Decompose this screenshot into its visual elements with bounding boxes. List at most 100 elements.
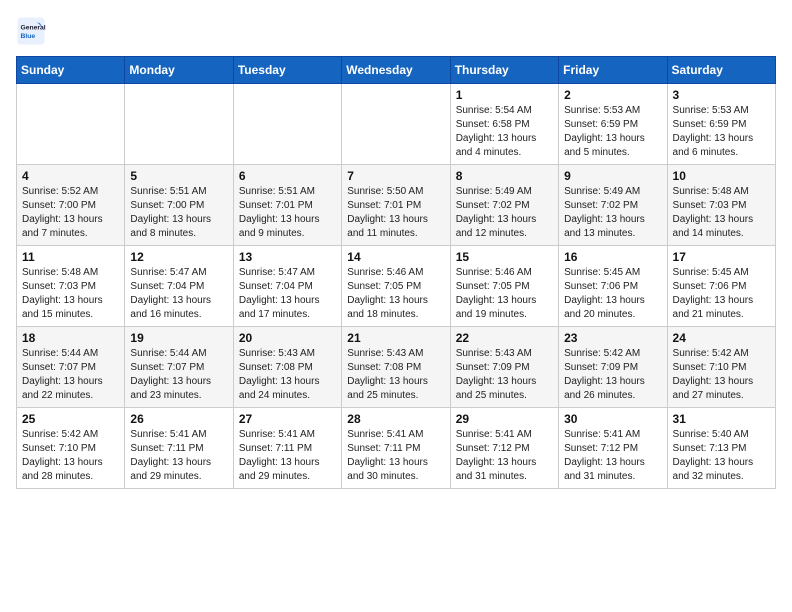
calendar-day-cell: 30 Sunrise: 5:41 AM Sunset: 7:12 PM Dayli…: [559, 408, 667, 489]
calendar-day-cell: 31Sunrise: 5:40 AM Sunset: 7:13 PM Dayli…: [667, 408, 775, 489]
calendar-week-row: 18 Sunrise: 5:44 AM Sunset: 7:07 PM Dayli…: [17, 327, 776, 408]
day-number: 11: [22, 250, 119, 264]
day-info: Sunrise: 5:43 AM Sunset: 7:08 PM Dayligh…: [239, 347, 336, 403]
svg-text:Blue: Blue: [21, 33, 36, 40]
calendar-day-cell: [125, 84, 233, 165]
calendar-day-header: Sunday: [17, 57, 125, 84]
day-number: 9: [564, 169, 661, 183]
day-number: 29: [456, 412, 553, 426]
day-number: 1: [456, 88, 553, 102]
day-info: Sunrise: 5:44 AM Sunset: 7:07 PM Dayligh…: [130, 347, 227, 403]
day-number: 26: [130, 412, 227, 426]
calendar-day-cell: 14 Sunrise: 5:46 AM Sunset: 7:05 PM Dayli…: [342, 246, 450, 327]
day-number: 2: [564, 88, 661, 102]
calendar-day-cell: 11Sunrise: 5:48 AM Sunset: 7:03 PM Dayli…: [17, 246, 125, 327]
day-number: 31: [673, 412, 770, 426]
day-number: 16: [564, 250, 661, 264]
day-number: 14: [347, 250, 444, 264]
calendar-week-row: 11Sunrise: 5:48 AM Sunset: 7:03 PM Dayli…: [17, 246, 776, 327]
day-number: 10: [673, 169, 770, 183]
day-number: 13: [239, 250, 336, 264]
calendar-day-cell: 8 Sunrise: 5:49 AM Sunset: 7:02 PM Daylig…: [450, 165, 558, 246]
calendar-day-cell: 24 Sunrise: 5:42 AM Sunset: 7:10 PM Dayli…: [667, 327, 775, 408]
calendar-day-cell: 28 Sunrise: 5:41 AM Sunset: 7:11 PM Dayli…: [342, 408, 450, 489]
calendar-day-cell: 2 Sunrise: 5:53 AM Sunset: 6:59 PM Daylig…: [559, 84, 667, 165]
day-number: 3: [673, 88, 770, 102]
day-info: Sunrise: 5:49 AM Sunset: 7:02 PM Dayligh…: [456, 185, 553, 241]
calendar-day-cell: 20 Sunrise: 5:43 AM Sunset: 7:08 PM Dayli…: [233, 327, 341, 408]
day-info: Sunrise: 5:45 AM Sunset: 7:06 PM Dayligh…: [673, 266, 770, 322]
day-number: 7: [347, 169, 444, 183]
calendar-day-cell: 23 Sunrise: 5:42 AM Sunset: 7:09 PM Dayli…: [559, 327, 667, 408]
day-info: Sunrise: 5:54 AM Sunset: 6:58 PM Dayligh…: [456, 104, 553, 160]
calendar-day-header: Tuesday: [233, 57, 341, 84]
day-number: 6: [239, 169, 336, 183]
calendar-day-cell: [342, 84, 450, 165]
day-info: Sunrise: 5:43 AM Sunset: 7:09 PM Dayligh…: [456, 347, 553, 403]
calendar-day-cell: 27 Sunrise: 5:41 AM Sunset: 7:11 PM Dayli…: [233, 408, 341, 489]
calendar-day-header: Friday: [559, 57, 667, 84]
day-number: 27: [239, 412, 336, 426]
day-info: Sunrise: 5:42 AM Sunset: 7:10 PM Dayligh…: [22, 428, 119, 484]
day-info: Sunrise: 5:47 AM Sunset: 7:04 PM Dayligh…: [130, 266, 227, 322]
day-info: Sunrise: 5:46 AM Sunset: 7:05 PM Dayligh…: [456, 266, 553, 322]
calendar-day-cell: 19Sunrise: 5:44 AM Sunset: 7:07 PM Dayli…: [125, 327, 233, 408]
calendar-header-row: SundayMondayTuesdayWednesdayThursdayFrid…: [17, 57, 776, 84]
calendar-day-cell: 13 Sunrise: 5:47 AM Sunset: 7:04 PM Dayli…: [233, 246, 341, 327]
day-info: Sunrise: 5:52 AM Sunset: 7:00 PM Dayligh…: [22, 185, 119, 241]
day-number: 15: [456, 250, 553, 264]
calendar-day-cell: [17, 84, 125, 165]
day-number: 21: [347, 331, 444, 345]
day-info: Sunrise: 5:46 AM Sunset: 7:05 PM Dayligh…: [347, 266, 444, 322]
calendar-day-cell: 5 Sunrise: 5:51 AM Sunset: 7:00 PM Daylig…: [125, 165, 233, 246]
calendar-day-header: Monday: [125, 57, 233, 84]
calendar-day-cell: 26 Sunrise: 5:41 AM Sunset: 7:11 PM Dayli…: [125, 408, 233, 489]
day-info: Sunrise: 5:41 AM Sunset: 7:11 PM Dayligh…: [130, 428, 227, 484]
logo: General Blue: [16, 16, 50, 46]
day-info: Sunrise: 5:42 AM Sunset: 7:10 PM Dayligh…: [673, 347, 770, 403]
day-number: 8: [456, 169, 553, 183]
day-info: Sunrise: 5:48 AM Sunset: 7:03 PM Dayligh…: [673, 185, 770, 241]
svg-text:General: General: [21, 25, 46, 32]
calendar-day-cell: 25Sunrise: 5:42 AM Sunset: 7:10 PM Dayli…: [17, 408, 125, 489]
day-number: 24: [673, 331, 770, 345]
day-number: 22: [456, 331, 553, 345]
calendar-day-cell: 10 Sunrise: 5:48 AM Sunset: 7:03 PM Dayli…: [667, 165, 775, 246]
calendar-week-row: 4 Sunrise: 5:52 AM Sunset: 7:00 PM Daylig…: [17, 165, 776, 246]
calendar-table: SundayMondayTuesdayWednesdayThursdayFrid…: [16, 56, 776, 489]
day-number: 17: [673, 250, 770, 264]
day-number: 28: [347, 412, 444, 426]
calendar-day-cell: 29Sunrise: 5:41 AM Sunset: 7:12 PM Dayli…: [450, 408, 558, 489]
day-info: Sunrise: 5:51 AM Sunset: 7:00 PM Dayligh…: [130, 185, 227, 241]
day-info: Sunrise: 5:51 AM Sunset: 7:01 PM Dayligh…: [239, 185, 336, 241]
calendar-day-header: Thursday: [450, 57, 558, 84]
calendar-day-cell: 9 Sunrise: 5:49 AM Sunset: 7:02 PM Daylig…: [559, 165, 667, 246]
calendar-week-row: 25Sunrise: 5:42 AM Sunset: 7:10 PM Dayli…: [17, 408, 776, 489]
calendar-day-cell: 16 Sunrise: 5:45 AM Sunset: 7:06 PM Dayli…: [559, 246, 667, 327]
day-number: 23: [564, 331, 661, 345]
calendar-day-cell: 15 Sunrise: 5:46 AM Sunset: 7:05 PM Dayli…: [450, 246, 558, 327]
calendar-day-cell: 12Sunrise: 5:47 AM Sunset: 7:04 PM Dayli…: [125, 246, 233, 327]
day-info: Sunrise: 5:47 AM Sunset: 7:04 PM Dayligh…: [239, 266, 336, 322]
day-info: Sunrise: 5:44 AM Sunset: 7:07 PM Dayligh…: [22, 347, 119, 403]
logo-icon: General Blue: [16, 16, 46, 46]
day-info: Sunrise: 5:41 AM Sunset: 7:12 PM Dayligh…: [564, 428, 661, 484]
day-info: Sunrise: 5:49 AM Sunset: 7:02 PM Dayligh…: [564, 185, 661, 241]
day-info: Sunrise: 5:45 AM Sunset: 7:06 PM Dayligh…: [564, 266, 661, 322]
calendar-day-cell: 22 Sunrise: 5:43 AM Sunset: 7:09 PM Dayli…: [450, 327, 558, 408]
calendar-day-cell: 1 Sunrise: 5:54 AM Sunset: 6:58 PM Daylig…: [450, 84, 558, 165]
day-info: Sunrise: 5:50 AM Sunset: 7:01 PM Dayligh…: [347, 185, 444, 241]
day-info: Sunrise: 5:53 AM Sunset: 6:59 PM Dayligh…: [564, 104, 661, 160]
calendar-day-cell: 17 Sunrise: 5:45 AM Sunset: 7:06 PM Dayli…: [667, 246, 775, 327]
calendar-day-cell: 18 Sunrise: 5:44 AM Sunset: 7:07 PM Dayli…: [17, 327, 125, 408]
day-info: Sunrise: 5:41 AM Sunset: 7:11 PM Dayligh…: [239, 428, 336, 484]
day-number: 20: [239, 331, 336, 345]
day-info: Sunrise: 5:43 AM Sunset: 7:08 PM Dayligh…: [347, 347, 444, 403]
day-number: 4: [22, 169, 119, 183]
day-info: Sunrise: 5:41 AM Sunset: 7:11 PM Dayligh…: [347, 428, 444, 484]
day-info: Sunrise: 5:42 AM Sunset: 7:09 PM Dayligh…: [564, 347, 661, 403]
day-number: 30: [564, 412, 661, 426]
day-number: 18: [22, 331, 119, 345]
calendar-day-cell: 3Sunrise: 5:53 AM Sunset: 6:59 PM Daylig…: [667, 84, 775, 165]
day-number: 5: [130, 169, 227, 183]
